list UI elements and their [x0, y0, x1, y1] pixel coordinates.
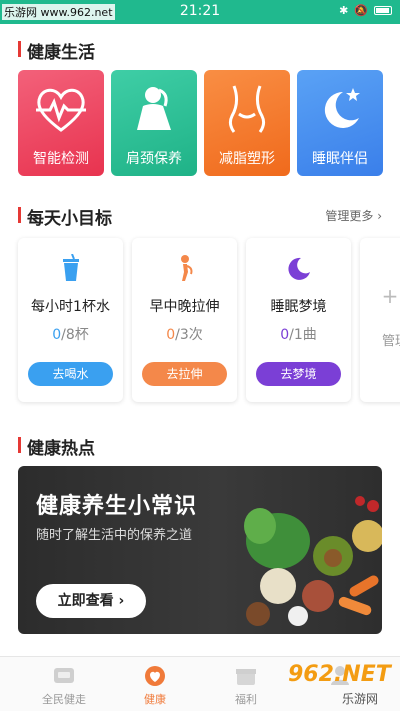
section-title-life: 健康生活 — [18, 38, 95, 63]
health-icon — [143, 663, 167, 687]
food-illustration — [244, 496, 382, 626]
waist-icon — [204, 82, 290, 136]
moon-icon — [246, 254, 351, 282]
feature-fat-burn[interactable]: 减脂塑形 — [204, 70, 290, 176]
feature-grid: 智能检测 肩颈保养 减脂塑形 睡眠伴侣 — [18, 70, 384, 176]
goal-card-manage[interactable]: + 管理 — [360, 238, 400, 402]
tab-label: 健康 — [144, 693, 166, 706]
feature-sleep-companion[interactable]: 睡眠伴侣 — [297, 70, 383, 176]
bluetooth-icon: ✱ — [339, 4, 349, 17]
section-title-goals: 每天小目标 — [18, 204, 112, 229]
stretch-icon — [132, 254, 237, 282]
chevron-right-icon: › — [377, 209, 382, 223]
tab-health[interactable]: 健康 — [105, 657, 205, 711]
goal-card-sleep[interactable]: 睡眠梦境 0/1曲 去梦境 — [246, 238, 351, 402]
goal-name: 早中晚拉伸 — [149, 299, 220, 315]
hot-banner[interactable]: 健康养生小常识 随时了解生活中的保养之道 立即查看 › — [18, 466, 382, 634]
manage-more-label: 管理更多 — [325, 209, 374, 223]
goal-name: 睡眠梦境 — [270, 299, 327, 315]
goal-progress: 0/8杯 — [52, 327, 89, 343]
battery-icon — [374, 6, 392, 15]
chevron-right-icon: › — [118, 593, 125, 609]
goal-progress: 0/1曲 — [280, 327, 317, 343]
goal-name: 每小时1杯水 — [31, 299, 110, 315]
goal-card-stretch[interactable]: 早中晚拉伸 0/3次 去拉伸 — [132, 238, 237, 402]
manage-more-link[interactable]: 管理更多 › — [325, 207, 382, 224]
banner-title: 健康养生小常识 — [36, 494, 198, 519]
status-icons: ✱ 🔕 — [339, 4, 392, 17]
feature-neck-care[interactable]: 肩颈保养 — [111, 70, 197, 176]
banner-subtitle: 随时了解生活中的保养之道 — [36, 528, 193, 543]
go-stretch-button[interactable]: 去拉伸 — [142, 362, 227, 386]
view-now-label: 立即查看 — [57, 593, 114, 609]
cup-icon — [18, 254, 123, 282]
mute-icon: 🔕 — [354, 4, 368, 17]
goal-manage-label: 管理 — [382, 334, 400, 349]
moon-star-icon — [297, 82, 383, 136]
plus-icon: + — [381, 284, 399, 308]
go-dream-button[interactable]: 去梦境 — [256, 362, 341, 386]
section-title-hot: 健康热点 — [18, 434, 95, 459]
walk-icon — [52, 663, 76, 687]
goal-card-water[interactable]: 每小时1杯水 0/8杯 去喝水 — [18, 238, 123, 402]
feature-label: 睡眠伴侣 — [312, 151, 368, 167]
neck-icon — [111, 82, 197, 136]
site-watermark: 962.NET 乐游网 — [258, 662, 398, 708]
goal-list: 每小时1杯水 0/8杯 去喝水 早中晚拉伸 0/3次 去拉伸 睡眠梦境 0/1曲… — [18, 238, 400, 402]
feature-smart-detect[interactable]: 智能检测 — [18, 70, 104, 176]
watermark-text: 乐游网 — [342, 692, 379, 706]
watermark-logo: 962.NET — [288, 662, 391, 687]
feature-label: 肩颈保养 — [126, 151, 182, 167]
tab-walk[interactable]: 全民健走 — [14, 657, 114, 711]
heart-pulse-icon — [18, 82, 104, 136]
feature-label: 智能检测 — [33, 151, 89, 167]
status-bar: 乐游网 www.962.net 21:21 ✱ 🔕 — [0, 0, 400, 24]
tab-label: 全民健走 — [42, 693, 86, 706]
goal-progress: 0/3次 — [166, 327, 203, 343]
go-drink-button[interactable]: 去喝水 — [28, 362, 113, 386]
view-now-button[interactable]: 立即查看 › — [36, 584, 146, 618]
gift-icon — [234, 663, 258, 687]
main-content: 健康生活 智能检测 肩颈保养 减脂塑形 睡眠伴侣 每天小目标 管理更多 › 每小… — [0, 24, 400, 656]
feature-label: 减脂塑形 — [219, 151, 275, 167]
